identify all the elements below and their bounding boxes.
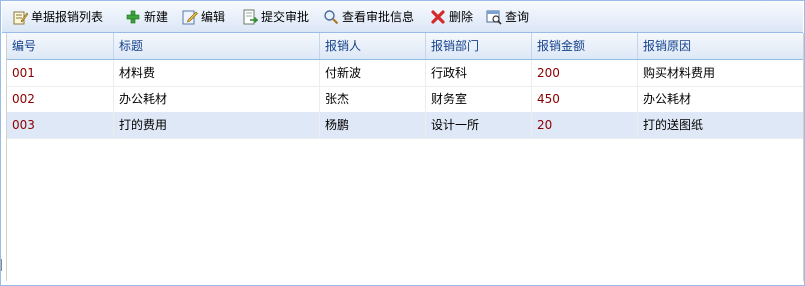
red-x-icon bbox=[430, 9, 446, 25]
cell-title: 办公耗材 bbox=[114, 86, 320, 112]
toolbar-title-label: 单据报销列表 bbox=[31, 10, 104, 24]
delete-button[interactable]: 删除 bbox=[430, 8, 473, 26]
query-button-label: 查询 bbox=[505, 10, 530, 24]
delete-button-label: 删除 bbox=[449, 10, 474, 24]
submit-document-icon bbox=[242, 9, 259, 25]
edit-button[interactable]: 编辑 bbox=[182, 8, 225, 26]
table-row[interactable]: 001 材料费 付新波 行政科 200 购买材料费用 bbox=[7, 60, 803, 87]
column-header-title[interactable]: 标题 bbox=[114, 33, 320, 59]
toolbar-title: 单据报销列表 bbox=[12, 8, 103, 26]
cell-amount: 200 bbox=[532, 60, 638, 86]
cell-title: 打的费用 bbox=[114, 112, 320, 138]
cell-id: 003 bbox=[7, 112, 114, 138]
cell-department: 财务室 bbox=[426, 86, 532, 112]
expense-grid: 编号 标题 报销人 报销部门 报销金额 报销原因 001 材料费 付新波 行政科… bbox=[6, 33, 804, 281]
cell-person: 张杰 bbox=[320, 86, 426, 112]
query-button[interactable]: 查询 bbox=[486, 8, 529, 26]
edit-pencil-icon bbox=[182, 9, 198, 25]
column-header-reason[interactable]: 报销原因 bbox=[638, 33, 803, 59]
cell-reason: 打的送图纸 bbox=[643, 118, 704, 132]
magnifier-icon bbox=[323, 9, 339, 25]
toolbar: 单据报销列表 新建 编辑 提交审批 查看审批信息 删除 查询 bbox=[2, 2, 803, 33]
green-plus-icon bbox=[125, 9, 141, 25]
cell-reason: 办公耗材 bbox=[643, 92, 692, 106]
new-button[interactable]: 新建 bbox=[125, 8, 168, 26]
column-header-department[interactable]: 报销部门 bbox=[426, 33, 532, 59]
grid-header: 编号 标题 报销人 报销部门 报销金额 报销原因 bbox=[7, 33, 803, 60]
column-header-id[interactable]: 编号 bbox=[7, 33, 114, 59]
cell-title: 材料费 bbox=[114, 60, 320, 86]
window-frame: 单据报销列表 新建 编辑 提交审批 查看审批信息 删除 查询 编号 标题 报销人… bbox=[0, 0, 805, 286]
view-approval-info-button[interactable]: 查看审批信息 bbox=[323, 8, 414, 26]
resize-handle[interactable] bbox=[1, 259, 5, 271]
column-header-person[interactable]: 报销人 bbox=[320, 33, 426, 59]
submit-approval-label: 提交审批 bbox=[261, 10, 310, 24]
view-approval-info-label: 查看审批信息 bbox=[342, 10, 415, 24]
table-row-selected[interactable]: 003 打的费用 杨鹏 设计一所 20 打的送图纸 bbox=[7, 112, 803, 139]
column-header-amount[interactable]: 报销金额 bbox=[532, 33, 638, 59]
cell-reason: 购买材料费用 bbox=[643, 66, 716, 80]
cell-id: 002 bbox=[7, 86, 114, 112]
cell-amount: 20 bbox=[532, 112, 638, 138]
list-edit-icon bbox=[12, 9, 29, 25]
submit-approval-button[interactable]: 提交审批 bbox=[242, 8, 309, 26]
edit-button-label: 编辑 bbox=[201, 10, 226, 24]
cell-department: 设计一所 bbox=[426, 112, 532, 138]
cell-amount: 450 bbox=[532, 86, 638, 112]
new-button-label: 新建 bbox=[144, 10, 169, 24]
table-row[interactable]: 002 办公耗材 张杰 财务室 450 办公耗材 bbox=[7, 86, 803, 113]
cell-department: 行政科 bbox=[426, 60, 532, 86]
query-window-icon bbox=[486, 9, 502, 25]
cell-person: 付新波 bbox=[320, 60, 426, 86]
cell-id: 001 bbox=[7, 60, 114, 86]
cell-person: 杨鹏 bbox=[320, 112, 426, 138]
